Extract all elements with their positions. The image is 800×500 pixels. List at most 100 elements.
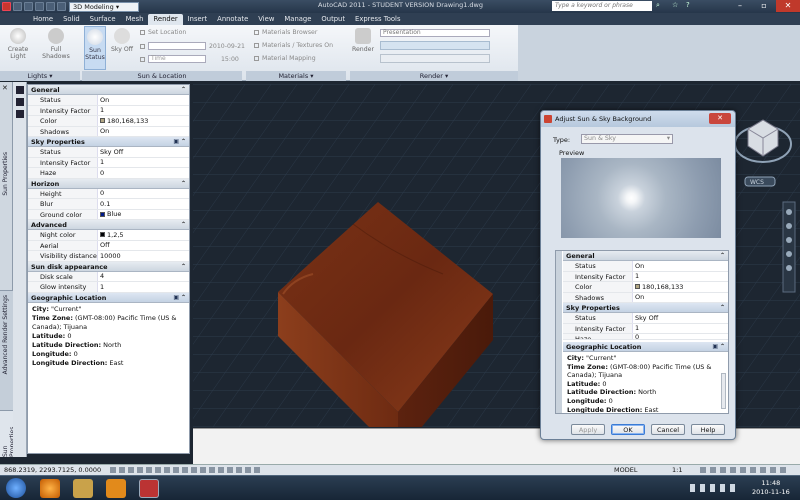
collapse-icon[interactable]: ⌃ <box>720 303 725 313</box>
advanced-render-tab[interactable]: Advanced Render Settings <box>0 290 13 410</box>
zoom-icon[interactable] <box>786 237 792 243</box>
prop-row[interactable]: Status On <box>28 95 189 106</box>
horizon-section-header[interactable]: Horizon ⌃ <box>28 178 189 189</box>
redo-icon[interactable] <box>57 2 66 11</box>
firefox-icon[interactable] <box>40 479 60 498</box>
apply-button[interactable]: Apply <box>571 424 605 435</box>
prop-value[interactable]: Blue <box>98 210 189 220</box>
collapse-icon[interactable]: ⌃ <box>720 251 725 261</box>
general-section-header[interactable]: General ⌃ <box>28 85 189 95</box>
prop-value[interactable]: 1,2,5 <box>98 230 189 240</box>
prop-row[interactable]: Intensity Factor 1 <box>28 105 189 116</box>
edit-location-icon[interactable]: ▣ <box>712 342 718 352</box>
prop-row[interactable]: Color 180,168,133 <box>28 116 189 127</box>
collapse-icon[interactable]: ⌃ <box>181 85 186 95</box>
materials-browser-button[interactable]: Materials Browser <box>254 29 317 36</box>
collapse-icon[interactable]: ⌃ <box>181 262 186 272</box>
cancel-button[interactable]: Cancel <box>651 424 685 435</box>
render-button[interactable]: Render <box>350 28 376 53</box>
prop-row[interactable]: Height 0 <box>28 188 189 199</box>
materials-panel-label[interactable]: Materials ▾ <box>246 71 346 81</box>
pan-icon[interactable] <box>786 223 792 229</box>
prop-row[interactable]: Blur 0.1 <box>28 199 189 210</box>
create-light-button[interactable]: Create Light <box>3 28 33 60</box>
prop-row[interactable]: Glow intensity 1 <box>28 282 189 293</box>
prop-value[interactable]: On <box>98 95 189 105</box>
sky-off-button[interactable]: Sky Off <box>110 28 134 53</box>
render-preset-dropdown[interactable]: Presentation <box>380 29 490 37</box>
date-slider[interactable]: 2010-09-21 <box>140 42 245 50</box>
undo-icon[interactable] <box>46 2 55 11</box>
tab-output[interactable]: Output <box>316 14 350 25</box>
tab-render[interactable]: Render <box>148 14 183 25</box>
ok-button[interactable]: OK <box>611 424 645 435</box>
prop-value[interactable]: On <box>633 293 728 303</box>
search-icon[interactable]: ⌕ <box>656 1 665 11</box>
drafting-toggles[interactable] <box>110 467 260 473</box>
tab-view[interactable]: View <box>253 14 279 25</box>
prop-value[interactable]: 180,168,133 <box>98 116 189 126</box>
dlg-general-header[interactable]: General ⌃ <box>563 251 728 261</box>
clock[interactable]: 11:48 2010-11-16 <box>752 479 790 497</box>
prop-row[interactable]: Shadows On <box>28 126 189 137</box>
sun-properties-tab[interactable]: Sun Properties <box>0 410 16 457</box>
search-input[interactable]: Type a keyword or phrase <box>552 1 652 11</box>
time-slider[interactable]: Time 15:00 <box>140 55 239 63</box>
material-mapping-button[interactable]: Material Mapping <box>254 55 316 62</box>
collapse-icon[interactable]: ⌃ <box>181 137 186 147</box>
prop-row[interactable]: Status Sky Off <box>28 147 189 158</box>
set-location-button[interactable]: Set Location <box>140 29 186 36</box>
prop-row[interactable]: Color 180,168,133 <box>563 282 728 293</box>
showmotion-icon[interactable] <box>786 265 792 271</box>
prop-value[interactable]: 4 <box>98 272 189 282</box>
save-icon[interactable] <box>35 2 44 11</box>
prop-row[interactable]: Ground color Blue <box>28 209 189 220</box>
tab-express-tools[interactable]: Express Tools <box>350 14 405 25</box>
annotation-scale[interactable]: 1:1 <box>672 465 682 475</box>
start-button[interactable] <box>6 478 26 498</box>
status-tray-icons[interactable] <box>700 467 790 473</box>
advanced-section-header[interactable]: Advanced ⌃ <box>28 220 189 230</box>
autocad-taskbar-icon[interactable] <box>139 479 159 498</box>
tab-manage[interactable]: Manage <box>279 14 316 25</box>
prop-value[interactable]: 1 <box>633 324 728 334</box>
prop-row[interactable]: Aerial perspectiveOff <box>28 240 189 260</box>
dialog-close-button[interactable]: ✕ <box>709 113 731 124</box>
dlg-geo-header[interactable]: Geographic Location ▣ ⌃ <box>563 342 728 352</box>
palette-icon-2[interactable] <box>16 98 24 106</box>
prop-value[interactable]: 0 <box>633 334 728 339</box>
close-button[interactable]: ✕ <box>776 0 800 12</box>
prop-row[interactable]: Night color 1,2,5 <box>28 230 189 241</box>
sky-background-icon[interactable]: ▣ <box>173 137 179 147</box>
prop-value[interactable]: 1 <box>633 272 728 282</box>
prop-value[interactable]: 0 <box>98 168 189 178</box>
prop-row[interactable]: Status On <box>563 261 728 272</box>
prop-row[interactable]: Intensity Factor 1 <box>563 323 728 334</box>
prop-value[interactable]: 1 <box>98 106 189 116</box>
render-output-box[interactable] <box>380 41 490 50</box>
prop-row[interactable]: Visibility distance 10000 <box>28 251 189 262</box>
collapse-icon[interactable]: ⌃ <box>181 220 186 230</box>
prop-value[interactable]: 1 <box>98 158 189 168</box>
wcs-menu[interactable]: WCS <box>750 179 764 186</box>
geo-scrollbar[interactable] <box>721 373 726 409</box>
render-panel-label[interactable]: Render ▾ <box>350 71 518 81</box>
workspace-dropdown[interactable]: 3D Modeling ▾ <box>69 1 139 12</box>
prop-value[interactable]: 1 <box>98 282 189 292</box>
edit-location-icon[interactable]: ▣ <box>173 293 179 303</box>
dlg-sky-header[interactable]: Sky Properties ⌃ <box>563 303 728 313</box>
materials-textures-button[interactable]: Materials / Textures On <box>254 42 333 49</box>
prop-value[interactable]: 0.1 <box>98 199 189 209</box>
coordinates-readout[interactable]: 868.2319, 2293.7125, 0.0000 <box>4 465 101 475</box>
sun-status-button[interactable]: Sun Status <box>84 26 106 70</box>
prop-row[interactable]: Status Sky Off <box>563 313 728 324</box>
open-icon[interactable] <box>24 2 33 11</box>
app-menu-icon[interactable] <box>2 2 11 11</box>
media-player-icon[interactable] <box>106 479 126 498</box>
star-icon[interactable]: ☆ <box>672 1 681 11</box>
tab-solid[interactable]: Solid <box>58 14 85 25</box>
tab-surface[interactable]: Surface <box>85 14 121 25</box>
prop-row[interactable]: Disk scale 4 <box>28 271 189 282</box>
lights-panel-label[interactable]: Lights ▾ <box>0 71 80 81</box>
help-icon[interactable]: ? <box>686 1 695 11</box>
